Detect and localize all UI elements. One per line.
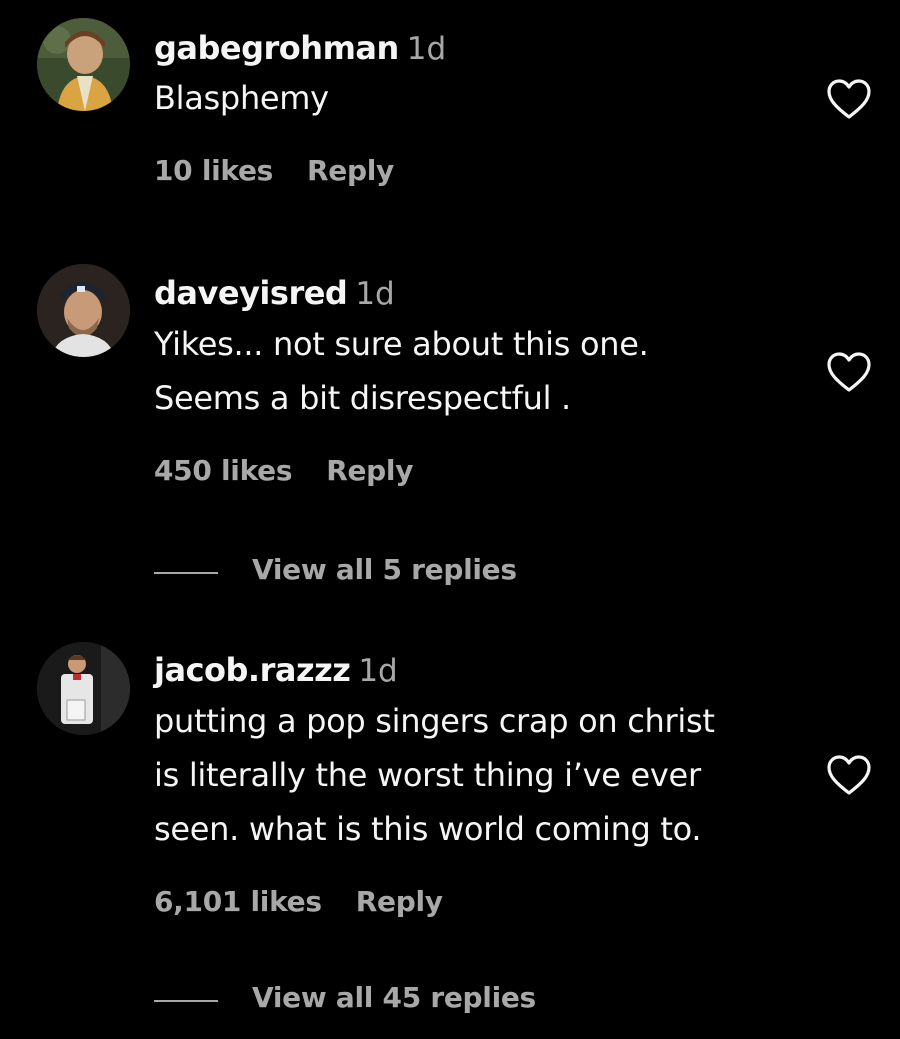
reply-button[interactable]: Reply: [356, 885, 443, 918]
like-button[interactable]: [826, 754, 872, 796]
comment-text-line: Yikes... not sure about this one.: [154, 325, 649, 363]
likes-count[interactable]: 450 likes: [154, 454, 293, 487]
username[interactable]: daveyisred: [154, 274, 348, 312]
view-replies-button[interactable]: View all 45 replies: [154, 978, 536, 1018]
like-button[interactable]: [826, 78, 872, 120]
avatar[interactable]: [37, 264, 130, 357]
heart-outline-icon: [827, 79, 871, 119]
comment-text-line: Blasphemy: [154, 79, 329, 117]
comment-text-line: putting a pop singers crap on christ: [154, 702, 715, 740]
timestamp: 1d: [355, 276, 395, 312]
comment-text-line: Seems a bit disrespectful .: [154, 379, 571, 417]
replies-divider: [154, 571, 218, 574]
comment-text-line: seen. what is this world coming to.: [154, 810, 702, 848]
view-replies-label: View all 5 replies: [252, 553, 517, 586]
replies-divider: [154, 999, 218, 1002]
comment-text: Yikes... not sure about this one. Seems …: [154, 317, 814, 425]
like-button[interactable]: [826, 351, 872, 393]
avatar[interactable]: [37, 642, 130, 735]
user-avatar-icon: [37, 264, 130, 357]
timestamp: 1d: [358, 653, 398, 689]
user-avatar-icon: [37, 18, 130, 111]
heart-outline-icon: [827, 352, 871, 392]
username[interactable]: gabegrohman: [154, 29, 399, 67]
user-avatar-icon: [37, 642, 130, 735]
view-replies-label: View all 45 replies: [252, 981, 536, 1014]
likes-count[interactable]: 6,101 likes: [154, 885, 322, 918]
avatar[interactable]: [37, 18, 130, 111]
comment-text-line: is literally the worst thing i’ve ever: [154, 756, 701, 794]
reply-button[interactable]: Reply: [307, 154, 394, 187]
username[interactable]: jacob.razzz: [154, 651, 351, 689]
comment-text: Blasphemy: [154, 71, 814, 125]
reply-button[interactable]: Reply: [326, 454, 413, 487]
timestamp: 1d: [406, 31, 447, 67]
likes-count[interactable]: 10 likes: [154, 154, 273, 187]
heart-outline-icon: [827, 755, 871, 795]
view-replies-button[interactable]: View all 5 replies: [154, 550, 517, 590]
comment-text: putting a pop singers crap on christ is …: [154, 694, 814, 856]
